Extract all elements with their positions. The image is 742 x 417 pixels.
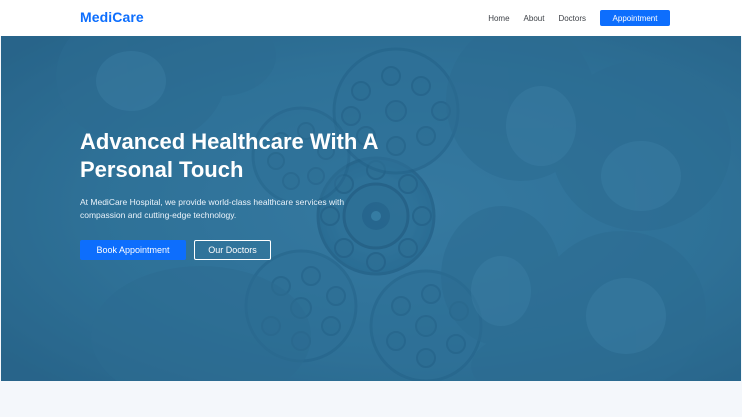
brand-logo[interactable]: MediCare xyxy=(80,9,144,25)
book-appointment-button[interactable]: Book Appointment xyxy=(80,240,186,260)
hero-section: Advanced Healthcare With A Personal Touc… xyxy=(1,36,741,381)
hero-content: Advanced Healthcare With A Personal Touc… xyxy=(80,128,410,260)
appointment-button[interactable]: Appointment xyxy=(600,10,670,26)
hero-subtitle: At MediCare Hospital, we provide world-c… xyxy=(80,197,345,220)
hero-actions: Book Appointment Our Doctors xyxy=(80,240,410,260)
our-doctors-button[interactable]: Our Doctors xyxy=(194,240,271,260)
nav-link-doctors[interactable]: Doctors xyxy=(558,14,586,23)
nav-links: Home About Doctors Appointment xyxy=(488,0,670,36)
nav-link-about[interactable]: About xyxy=(524,14,545,23)
nav-link-home[interactable]: Home xyxy=(488,14,509,23)
next-section xyxy=(0,381,742,417)
hero-title: Advanced Healthcare With A Personal Touc… xyxy=(80,129,378,182)
top-navbar: MediCare Home About Doctors Appointment xyxy=(0,0,742,36)
